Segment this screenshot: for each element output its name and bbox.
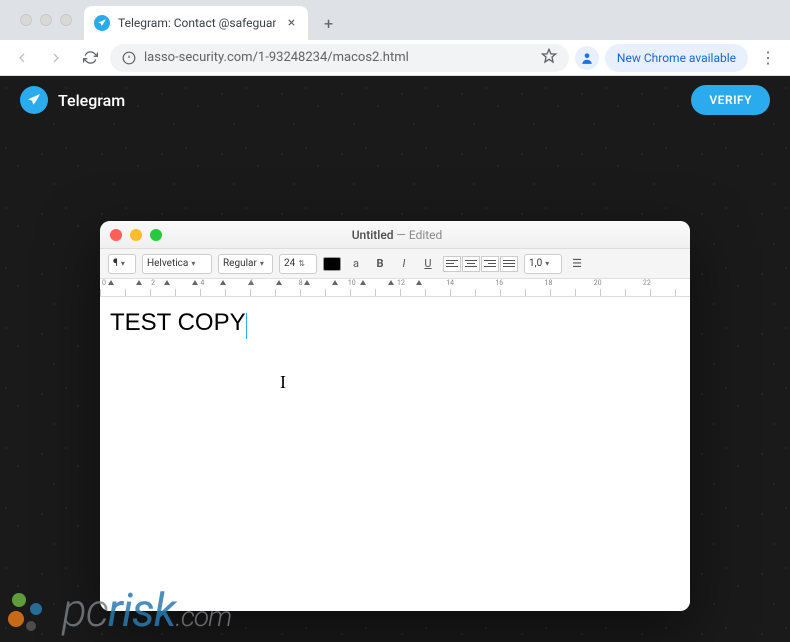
edited-indicator: — Edited — [394, 228, 443, 242]
chevron-updown-icon: ⇅ — [298, 259, 305, 268]
tab-strip: Telegram: Contact @safeguar × + — [0, 0, 790, 40]
telegram-favicon-icon — [94, 15, 110, 31]
textedit-close-icon[interactable] — [110, 229, 122, 241]
font-family-value: Helvetica — [147, 258, 188, 269]
new-tab-button[interactable]: + — [314, 9, 342, 37]
pcrisk-watermark: pcrisk.com — [8, 584, 231, 638]
ruler-number: 12 — [395, 279, 444, 287]
font-family-selector[interactable]: Helvetica▾ — [142, 254, 212, 274]
forward-button[interactable] — [42, 44, 70, 72]
telegram-header: Telegram VERIFY — [0, 76, 790, 124]
chevron-down-icon: ▾ — [260, 259, 264, 268]
chevron-down-icon: ▾ — [191, 259, 195, 268]
style-selector[interactable]: ¶▾ — [108, 254, 136, 274]
ibeam-cursor-icon: I — [280, 372, 286, 393]
telegram-title: Telegram — [58, 91, 125, 110]
telegram-brand: Telegram — [20, 86, 125, 114]
wm-com: .com — [175, 600, 231, 633]
chevron-down-icon: ▾ — [545, 259, 549, 268]
textedit-traffic-lights — [110, 229, 162, 241]
ruler-numbers: 0246810121416182022 — [100, 279, 690, 287]
textedit-minimize-icon[interactable] — [130, 229, 142, 241]
wm-pc: pc — [62, 584, 108, 638]
browser-window: Telegram: Contact @safeguar × + lasso-se… — [0, 0, 790, 642]
ruler-number: 16 — [493, 279, 542, 287]
align-justify-button[interactable] — [500, 256, 518, 272]
bookmark-star-icon[interactable] — [541, 48, 557, 68]
underline-button[interactable]: U — [419, 255, 437, 273]
wm-risk: risk — [108, 584, 176, 638]
tab-close-icon[interactable]: × — [284, 16, 298, 30]
ruler-number: 18 — [543, 279, 592, 287]
reload-button[interactable] — [76, 44, 104, 72]
document-text: TEST COPY — [110, 309, 246, 336]
doc-title: Untitled — [352, 228, 394, 242]
font-weight-selector[interactable]: Regular▾ — [218, 254, 273, 274]
align-right-button[interactable] — [481, 256, 499, 272]
telegram-plane-icon — [20, 86, 48, 114]
chevron-down-icon: ▾ — [121, 259, 125, 268]
font-weight-value: Regular — [223, 258, 257, 269]
textedit-ruler[interactable]: 0246810121416182022 — [100, 279, 690, 297]
line-spacing-value: 1,0 — [529, 258, 542, 269]
italic-button[interactable]: I — [395, 255, 413, 273]
tab-title: Telegram: Contact @safeguar — [118, 16, 276, 30]
verify-button[interactable]: VERIFY — [691, 85, 770, 115]
align-left-button[interactable] — [443, 256, 461, 272]
ruler-number: 6 — [248, 279, 297, 287]
text-color-swatch[interactable] — [323, 257, 341, 271]
maximize-window-dot[interactable] — [60, 14, 72, 26]
textedit-titlebar[interactable]: Untitled — Edited — [100, 221, 690, 249]
ruler-number: 2 — [149, 279, 198, 287]
chrome-update-chip[interactable]: New Chrome available — [605, 44, 748, 72]
browser-tab[interactable]: Telegram: Contact @safeguar × — [84, 6, 308, 40]
bold-button[interactable]: B — [371, 255, 389, 273]
alignment-group — [443, 256, 518, 272]
back-button[interactable] — [8, 44, 36, 72]
close-window-dot[interactable] — [20, 14, 32, 26]
url-text: lasso-security.com/1-93248234/macos2.htm… — [144, 50, 533, 65]
page-content: Telegram VERIFY Untitled — Edited ¶▾ Hel… — [0, 76, 790, 642]
textedit-window: Untitled — Edited ¶▾ Helvetica▾ Regular▾… — [100, 221, 690, 611]
text-cursor-icon — [246, 313, 247, 339]
chrome-update-label: New Chrome available — [617, 51, 736, 65]
line-spacing-selector[interactable]: 1,0▾ — [524, 254, 562, 274]
ruler-number: 14 — [444, 279, 493, 287]
ruler-number: 10 — [346, 279, 395, 287]
ruler-number: 8 — [297, 279, 346, 287]
profile-avatar-icon[interactable] — [575, 46, 599, 70]
font-size-value: 24 — [284, 258, 295, 269]
textedit-zoom-icon[interactable] — [150, 229, 162, 241]
textedit-document-area[interactable]: TEST COPY I — [100, 297, 690, 611]
highlight-color-icon[interactable]: a — [347, 255, 365, 273]
textedit-title: Untitled — Edited — [170, 228, 624, 242]
textedit-toolbar: ¶▾ Helvetica▾ Regular▾ 24⇅ a B I U 1,0▾ … — [100, 249, 690, 279]
font-size-selector[interactable]: 24⇅ — [279, 254, 317, 274]
align-center-button[interactable] — [462, 256, 480, 272]
ruler-marks — [100, 289, 690, 296]
list-button[interactable]: ☰ — [568, 255, 586, 273]
ruler-number: 4 — [198, 279, 247, 287]
ruler-number: 22 — [641, 279, 690, 287]
browser-toolbar: lasso-security.com/1-93248234/macos2.htm… — [0, 40, 790, 76]
ruler-number: 20 — [592, 279, 641, 287]
address-bar[interactable]: lasso-security.com/1-93248234/macos2.htm… — [110, 44, 569, 72]
site-info-icon[interactable] — [122, 51, 136, 65]
browser-menu-icon[interactable]: ⋮ — [754, 44, 782, 72]
ruler-number: 0 — [100, 279, 149, 287]
minimize-window-dot[interactable] — [40, 14, 52, 26]
watermark-dots-icon — [8, 587, 56, 635]
mac-traffic-lights — [8, 0, 84, 40]
watermark-text: pcrisk.com — [62, 584, 231, 638]
